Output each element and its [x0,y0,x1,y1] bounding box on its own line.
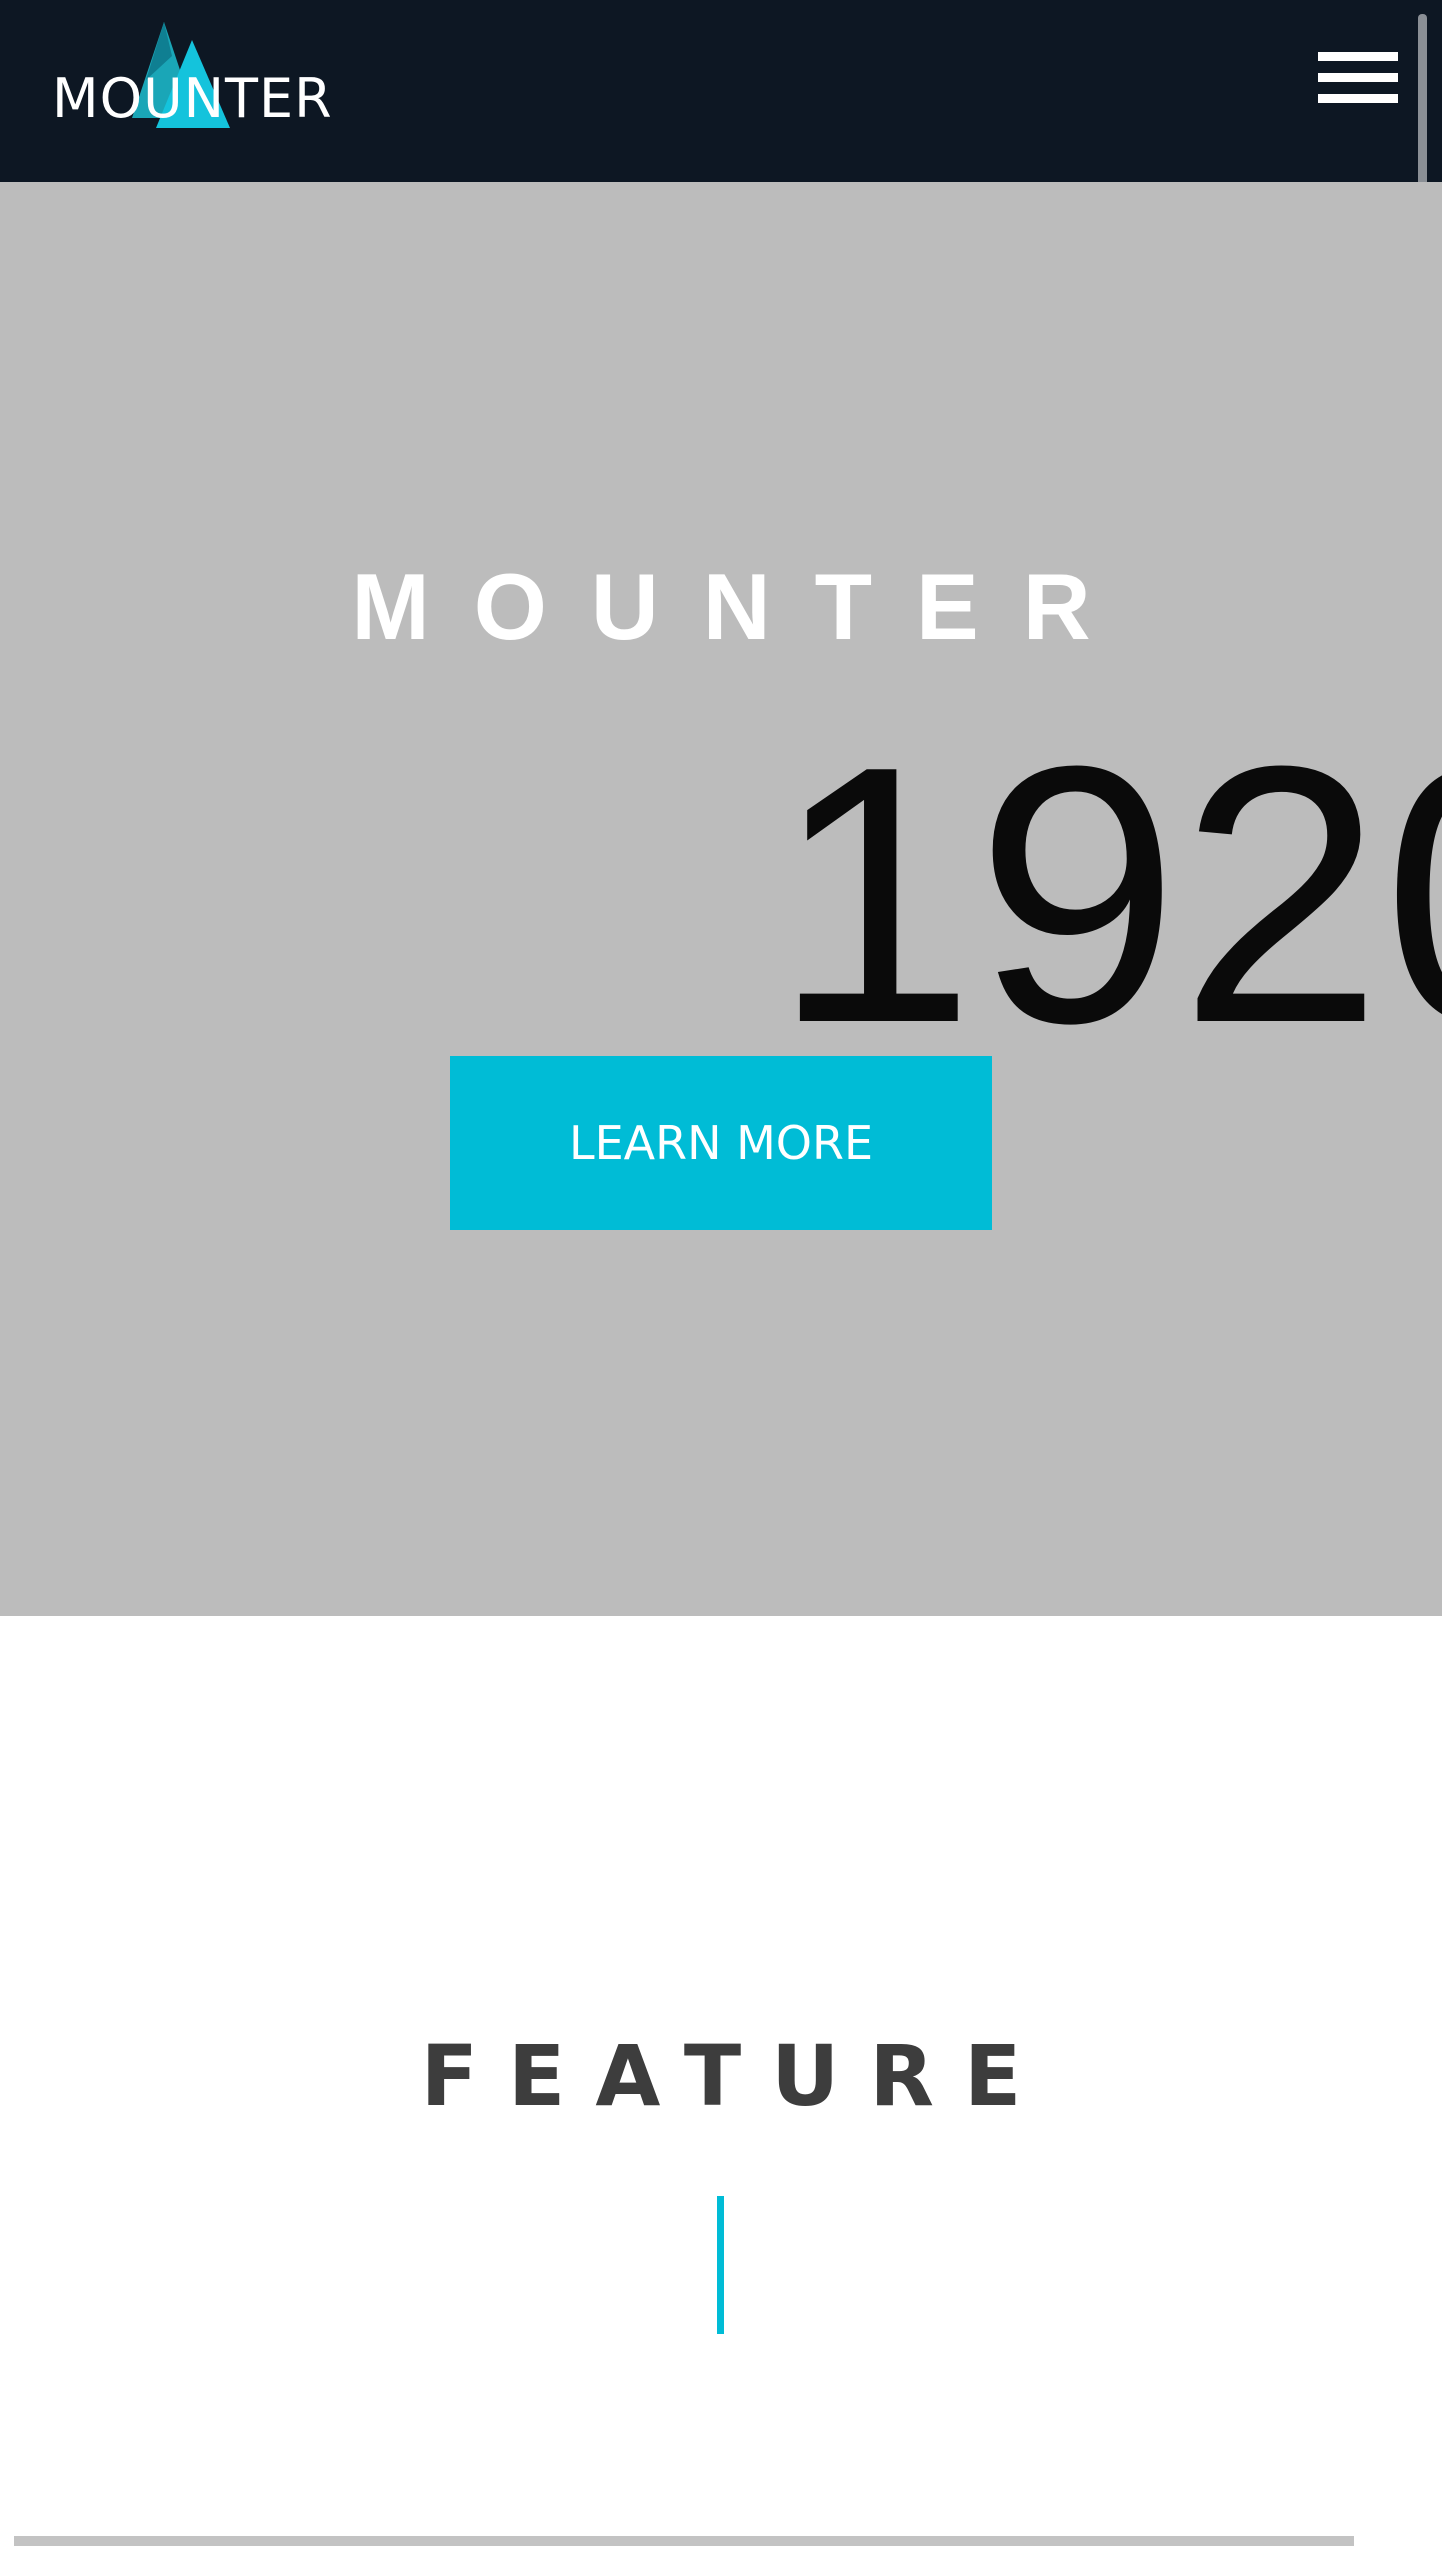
logo[interactable]: MOUNTER [52,20,352,140]
site-header: MOUNTER [0,0,1442,182]
hamburger-icon-line [1318,73,1398,82]
hero-title: MOUNTER [351,554,1135,659]
hamburger-icon-line [1318,94,1398,103]
logo-text: MOUNTER [52,67,333,130]
menu-button[interactable] [1318,52,1398,108]
hero-number: 1920 [772,690,1442,1099]
learn-more-button[interactable]: LEARN MORE [450,1056,992,1230]
page: MOUNTER MOUNTER 1920 LEARN MORE FEATURE [0,0,1442,2562]
feature-divider [717,2196,724,2334]
hamburger-icon-line [1318,52,1398,61]
section-divider [14,2536,1354,2546]
hero-section: MOUNTER 1920 LEARN MORE [0,182,1442,1616]
feature-title: FEATURE [420,2027,1052,2125]
